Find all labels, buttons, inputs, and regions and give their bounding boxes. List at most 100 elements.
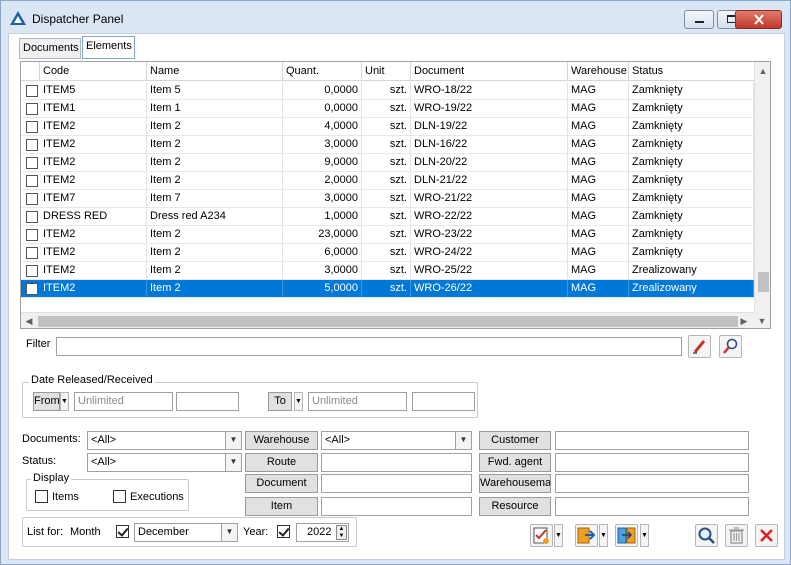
table-row[interactable]: ITEM2 Item 2 9,0000 szt. DLN-20/22 MAG Zamknię…	[21, 154, 754, 172]
table-row[interactable]: DRESS RED Dress red A234 1,0000 szt. WRO-22/…	[21, 208, 754, 226]
column-header-status[interactable]: Status	[629, 62, 754, 81]
item-input[interactable]	[321, 497, 472, 516]
cell-document: WRO-21/22	[411, 190, 568, 207]
warehouse-button[interactable]: Warehouse	[245, 431, 318, 450]
executions-checkbox[interactable]	[113, 490, 126, 503]
year-checkbox[interactable]	[277, 525, 290, 538]
to-date-input[interactable]: Unlimited	[308, 392, 407, 411]
row-checkbox[interactable]	[26, 265, 38, 277]
scroll-left-icon[interactable]: ◀	[23, 315, 35, 327]
scroll-right-icon[interactable]: ▶	[738, 315, 750, 327]
transfer-button[interactable]	[615, 524, 638, 547]
delete-button[interactable]	[725, 524, 748, 547]
row-checkbox[interactable]	[26, 193, 38, 205]
row-checkbox[interactable]	[26, 175, 38, 187]
from-dropdown-arrow[interactable]: ▼	[60, 392, 69, 411]
to-time-input[interactable]	[412, 392, 475, 411]
warehouseman-input[interactable]	[555, 474, 749, 493]
horizontal-scrollbar[interactable]: ◀ ▶	[21, 312, 754, 328]
from-date-input[interactable]: Unlimited	[74, 392, 173, 411]
table-row[interactable]: ITEM2 Item 2 2,0000 szt. DLN-21/22 MAG Zamknię…	[21, 172, 754, 190]
to-button[interactable]: To	[268, 392, 292, 411]
month-select[interactable]: December ▼	[134, 523, 238, 542]
chevron-down-icon[interactable]: ▼	[221, 524, 237, 541]
table-row[interactable]: ITEM5 Item 5 0,0000 szt. WRO-18/22 MAG Zamknię…	[21, 82, 754, 100]
from-time-input[interactable]	[176, 392, 239, 411]
cell-unit: szt.	[362, 190, 411, 207]
close-icon	[754, 14, 764, 25]
filter-settings-button[interactable]	[719, 335, 742, 358]
row-checkbox[interactable]	[26, 283, 38, 295]
to-dropdown-arrow[interactable]: ▼	[294, 392, 303, 411]
customer-input[interactable]	[555, 431, 749, 450]
table-row[interactable]: ITEM2 Item 2 3,0000 szt. DLN-16/22 MAG Zamknię…	[21, 136, 754, 154]
tab-documents[interactable]: Documents	[19, 38, 81, 59]
row-checkbox[interactable]	[26, 121, 38, 133]
scroll-up-icon[interactable]: ▲	[757, 65, 769, 77]
documents-label: Documents:	[22, 433, 81, 445]
check-documents-dropdown[interactable]: ▼	[554, 524, 563, 547]
chevron-down-icon[interactable]: ▼	[225, 454, 241, 471]
table-row[interactable]: ITEM2 Item 2 23,0000 szt. WRO-23/22 MAG Zamkni…	[21, 226, 754, 244]
column-header-quant[interactable]: Quant.	[283, 62, 362, 81]
scroll-down-icon[interactable]: ▼	[756, 315, 768, 327]
fwd-agent-button[interactable]: Fwd. agent	[479, 453, 551, 472]
route-input[interactable]	[321, 453, 472, 472]
table-row[interactable]: ITEM2 Item 2 3,0000 szt. WRO-25/22 MAG Zrealiz…	[21, 262, 754, 280]
search-button[interactable]	[695, 524, 718, 547]
filter-input[interactable]	[56, 337, 682, 356]
customer-button[interactable]: Customer	[479, 431, 551, 450]
column-header-unit[interactable]: Unit	[362, 62, 411, 81]
row-checkbox[interactable]	[26, 85, 38, 97]
documents-select[interactable]: <All> ▼	[87, 431, 242, 450]
chevron-down-icon[interactable]: ▼	[225, 432, 241, 449]
column-header-code[interactable]: Code	[40, 62, 147, 81]
table-row[interactable]: ITEM1 Item 1 0,0000 szt. WRO-19/22 MAG Zamknię…	[21, 100, 754, 118]
transfer-dropdown[interactable]: ▼	[640, 524, 649, 547]
warehouseman-button[interactable]: Warehouseman	[479, 474, 551, 493]
minimize-button[interactable]	[684, 10, 714, 29]
year-spin-icon[interactable]: ▲ ▼	[336, 525, 347, 540]
table-row[interactable]: ITEM7 Item 7 3,0000 szt. WRO-21/22 MAG Zamknię…	[21, 190, 754, 208]
table-row[interactable]: ITEM2 Item 2 4,0000 szt. DLN-19/22 MAG Zamknię…	[21, 118, 754, 136]
release-button[interactable]	[575, 524, 598, 547]
check-documents-button[interactable]	[530, 524, 553, 547]
cell-document: DLN-16/22	[411, 136, 568, 153]
from-button[interactable]: From	[33, 392, 60, 411]
cell-warehouse: MAG	[568, 136, 629, 153]
cell-status: Zamknięty	[629, 226, 754, 243]
row-checkbox[interactable]	[26, 229, 38, 241]
close-panel-button[interactable]	[755, 524, 778, 547]
warehouse-select[interactable]: <All> ▼	[321, 431, 472, 450]
item-button[interactable]: Item	[245, 497, 318, 516]
column-header-checkbox	[21, 62, 40, 81]
horizontal-scroll-thumb[interactable]	[38, 316, 738, 327]
resource-input[interactable]	[555, 497, 749, 516]
column-header-name[interactable]: Name	[147, 62, 283, 81]
items-checkbox[interactable]	[35, 490, 48, 503]
release-dropdown[interactable]: ▼	[599, 524, 608, 547]
row-checkbox[interactable]	[26, 211, 38, 223]
table-row[interactable]: ITEM2 Item 2 5,0000 szt. WRO-26/22 MAG Zrealiz…	[21, 280, 754, 298]
row-checkbox[interactable]	[26, 139, 38, 151]
fwd-agent-input[interactable]	[555, 453, 749, 472]
month-checkbox[interactable]	[116, 525, 129, 538]
document-input[interactable]	[321, 474, 472, 493]
row-checkbox[interactable]	[26, 103, 38, 115]
tab-elements[interactable]: Elements	[82, 36, 135, 59]
document-button[interactable]: Document	[245, 474, 318, 493]
status-select[interactable]: <All> ▼	[87, 453, 242, 472]
close-window-button[interactable]	[735, 10, 782, 29]
column-header-warehouse[interactable]: Warehouse	[568, 62, 629, 81]
resource-button[interactable]: Resource	[479, 497, 551, 516]
chevron-down-icon[interactable]: ▼	[455, 432, 471, 449]
year-stepper[interactable]: 2022 ▲ ▼	[296, 523, 349, 542]
vertical-scroll-thumb[interactable]	[758, 272, 769, 292]
row-checkbox[interactable]	[26, 157, 38, 169]
row-checkbox[interactable]	[26, 247, 38, 259]
column-header-document[interactable]: Document	[411, 62, 568, 81]
clear-filter-button[interactable]	[688, 335, 711, 358]
vertical-scrollbar[interactable]: ▲	[754, 62, 770, 312]
route-button[interactable]: Route	[245, 453, 318, 472]
table-row[interactable]: ITEM2 Item 2 6,0000 szt. WRO-24/22 MAG Zamknię…	[21, 244, 754, 262]
